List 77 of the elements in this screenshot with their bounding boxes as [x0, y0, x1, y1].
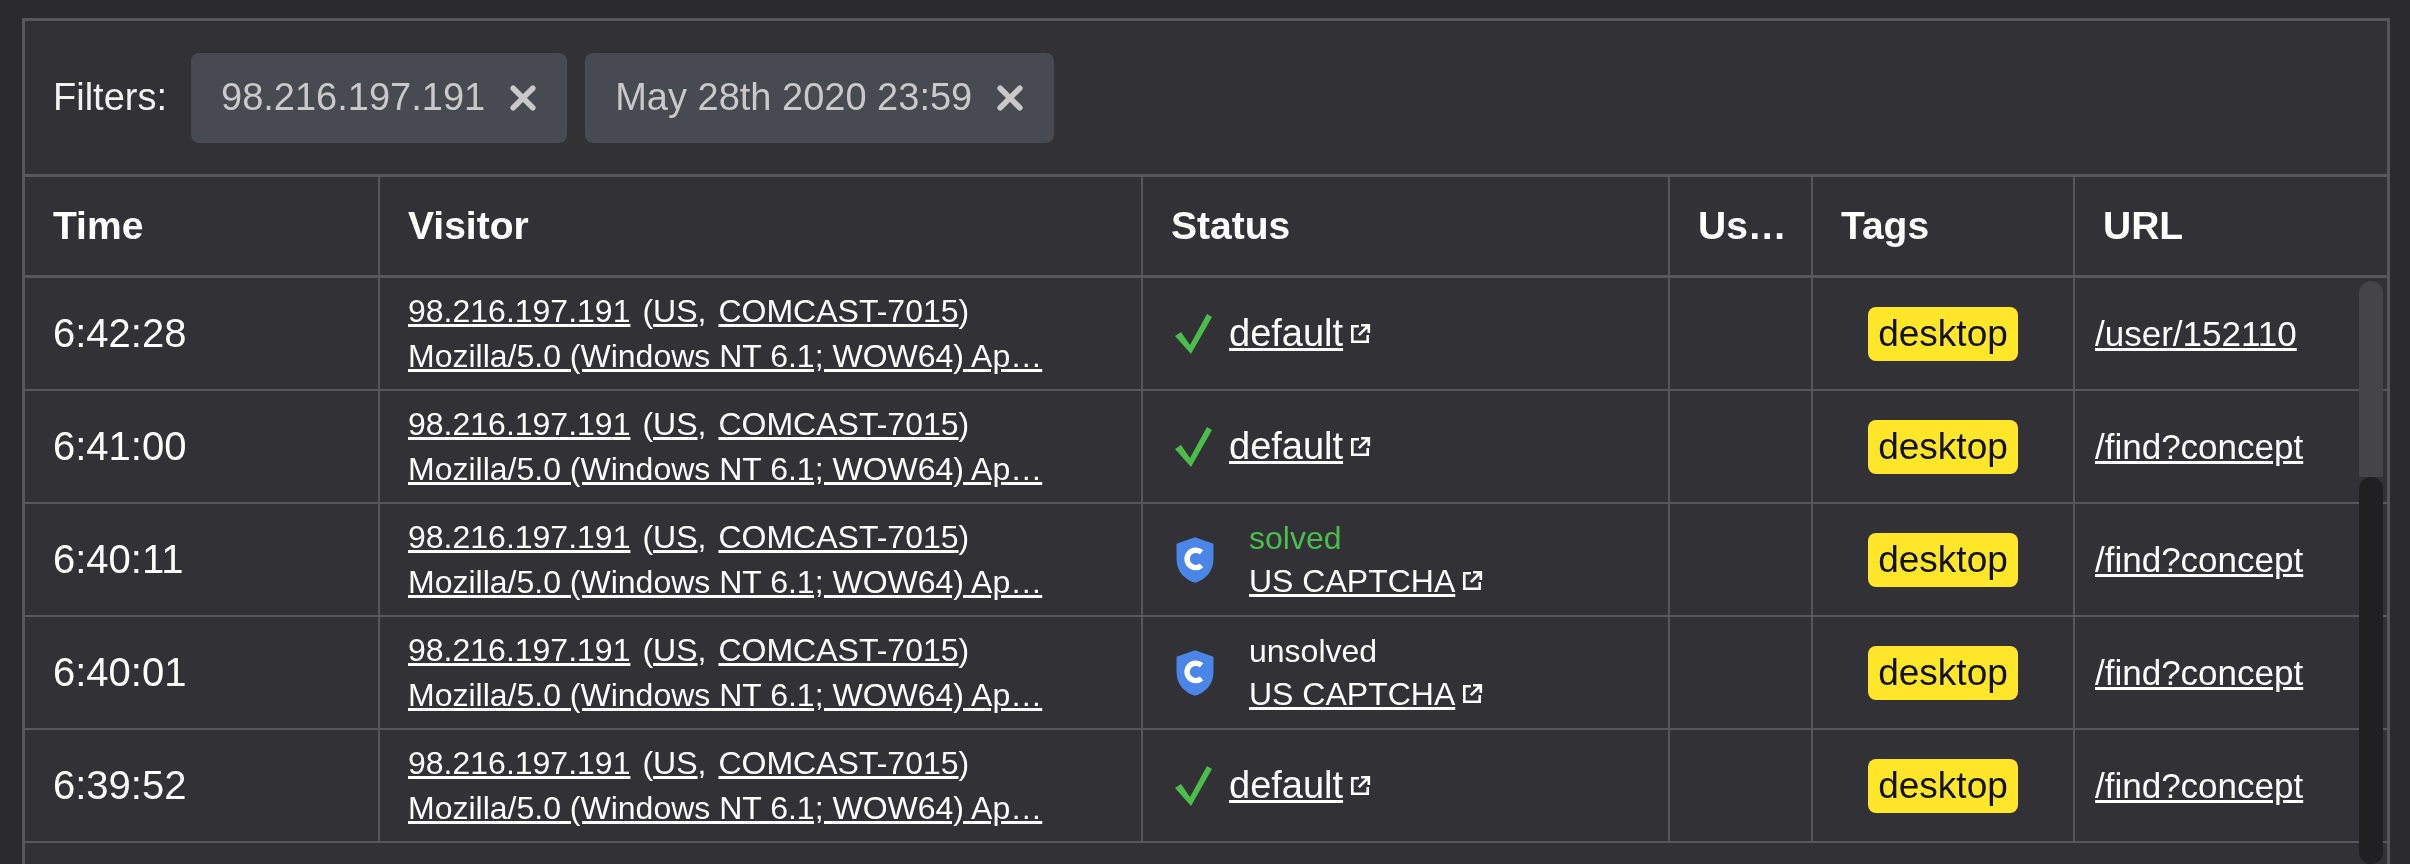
checkmark-icon [1173, 424, 1213, 469]
isp-link[interactable]: COMCAST-7015 [718, 292, 959, 330]
captcha-result: solved [1249, 519, 1343, 557]
checkmark-icon [1173, 311, 1213, 356]
external-link-icon [1461, 570, 1484, 592]
checkmark-icon [1173, 763, 1213, 808]
punctuation: , [697, 405, 707, 443]
status-link[interactable]: default [1229, 425, 1372, 468]
tag: desktop [1868, 758, 2018, 813]
isp-link[interactable]: COMCAST-7015 [718, 518, 959, 556]
url-link[interactable]: /find?concept [2095, 652, 2304, 693]
external-link-icon [1349, 435, 1372, 458]
country-link[interactable]: US [653, 518, 698, 556]
filter-chip[interactable]: May 28th 2020 23:59 [585, 52, 1055, 143]
punctuation: ( [642, 405, 654, 443]
url-link[interactable]: /find?concept [2095, 426, 2304, 467]
user-agent-link[interactable]: Mozilla/5.0 (Windows NT 6.1; WOW64) Ap… [408, 337, 1043, 375]
column-header[interactable]: Status [1143, 177, 1670, 275]
column-header[interactable]: Time [25, 177, 380, 275]
ip-link[interactable]: 98.216.197.191 [408, 405, 631, 443]
external-link-icon [1349, 322, 1372, 345]
punctuation: ) [958, 518, 970, 556]
ip-link[interactable]: 98.216.197.191 [408, 292, 631, 330]
column-header[interactable]: URL [2075, 177, 2387, 275]
external-link-icon [1349, 774, 1372, 797]
punctuation: ( [642, 518, 654, 556]
isp-link[interactable]: COMCAST-7015 [718, 405, 959, 443]
time-cell: 6:41:00 [53, 424, 187, 469]
url-link[interactable]: /user/152110 [2095, 313, 2297, 354]
punctuation: , [697, 292, 707, 330]
punctuation: ) [958, 405, 970, 443]
time-cell: 6:42:28 [53, 311, 187, 356]
filters-label: Filters: [53, 76, 167, 119]
country-link[interactable]: US [653, 292, 698, 330]
ip-link[interactable]: 98.216.197.191 [408, 631, 631, 669]
country-link[interactable]: US [653, 744, 698, 782]
time-cell: 6:40:01 [53, 650, 187, 695]
captcha-link[interactable]: US CAPTCHA [1249, 562, 1484, 600]
punctuation: ( [642, 744, 654, 782]
punctuation: , [697, 631, 707, 669]
isp-link[interactable]: COMCAST-7015 [718, 744, 959, 782]
time-cell: 6:39:52 [53, 763, 187, 808]
punctuation: ) [958, 292, 970, 330]
ip-link[interactable]: 98.216.197.191 [408, 518, 631, 556]
punctuation: ) [958, 744, 970, 782]
ip-link[interactable]: 98.216.197.191 [408, 744, 631, 782]
country-link[interactable]: US [653, 405, 698, 443]
isp-link[interactable]: COMCAST-7015 [718, 631, 959, 669]
user-agent-link[interactable]: Mozilla/5.0 (Windows NT 6.1; WOW64) Ap… [408, 789, 1043, 827]
url-link[interactable]: /find?concept [2095, 765, 2304, 806]
tag: desktop [1868, 645, 2018, 700]
punctuation: , [697, 518, 707, 556]
punctuation: ) [958, 631, 970, 669]
tag: desktop [1868, 532, 2018, 587]
country-link[interactable]: US [653, 631, 698, 669]
punctuation: ( [642, 292, 654, 330]
punctuation: ( [642, 631, 654, 669]
user-agent-link[interactable]: Mozilla/5.0 (Windows NT 6.1; WOW64) Ap… [408, 450, 1043, 488]
column-header[interactable]: Tags [1813, 177, 2075, 275]
scrollbar-thumb[interactable] [2359, 477, 2383, 864]
close-icon[interactable] [996, 83, 1025, 112]
captcha-result: unsolved [1249, 632, 1379, 670]
column-header[interactable]: Visitor [380, 177, 1143, 275]
filter-chip[interactable]: 98.216.197.191 [191, 52, 568, 143]
close-icon[interactable] [509, 83, 538, 112]
external-link-icon [1461, 683, 1484, 705]
punctuation: , [697, 744, 707, 782]
tag: desktop [1868, 419, 2018, 474]
captcha-link[interactable]: US CAPTCHA [1249, 675, 1484, 713]
user-agent-link[interactable]: Mozilla/5.0 (Windows NT 6.1; WOW64) Ap… [408, 676, 1043, 714]
tag: desktop [1868, 306, 2018, 361]
user-agent-link[interactable]: Mozilla/5.0 (Windows NT 6.1; WOW64) Ap… [408, 563, 1043, 601]
status-link[interactable]: default [1229, 312, 1372, 355]
time-cell: 6:40:11 [53, 537, 184, 582]
url-link[interactable]: /find?concept [2095, 539, 2304, 580]
column-header[interactable]: Us… [1670, 177, 1813, 275]
status-link[interactable]: default [1229, 764, 1372, 807]
